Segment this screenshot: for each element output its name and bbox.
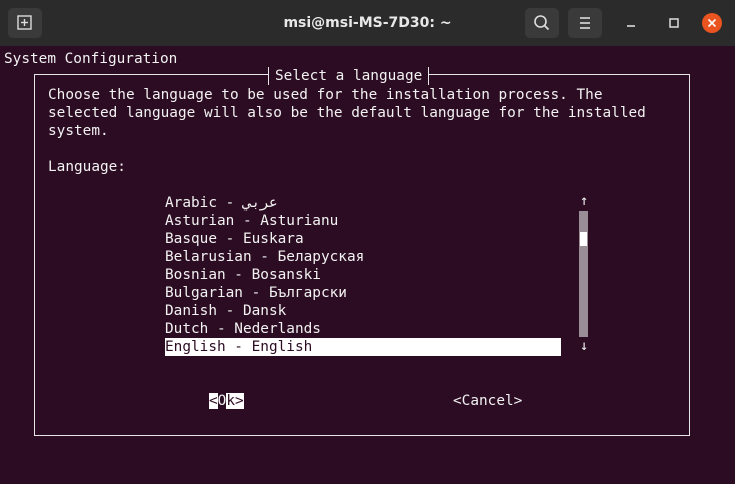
description-line-2: selected language will also be the defau… bbox=[48, 105, 646, 121]
description-line-3: system. bbox=[48, 123, 109, 139]
list-item-english-selected[interactable]: English - English bbox=[165, 338, 561, 356]
list-item-arabic[interactable]: Arabic - عربي bbox=[165, 194, 561, 212]
list-item-basque[interactable]: Basque - Euskara bbox=[165, 230, 561, 248]
list-item-belarusian[interactable]: Belarusian - Беларуская bbox=[165, 248, 561, 266]
dialog-title: Select a language bbox=[268, 67, 430, 85]
close-icon[interactable] bbox=[701, 12, 723, 34]
list-item-asturian[interactable]: Asturian - Asturianu bbox=[165, 212, 561, 230]
hamburger-menu-icon bbox=[580, 17, 590, 29]
scrollbar-thumb[interactable] bbox=[580, 232, 587, 246]
cancel-button[interactable]: <Cancel> bbox=[453, 392, 522, 410]
scrollbar-track[interactable] bbox=[579, 211, 588, 337]
scroll-down-arrow-icon[interactable]: ↓ bbox=[580, 337, 590, 355]
list-item-dutch[interactable]: Dutch - Nederlands bbox=[165, 320, 561, 338]
terminal-content: System Configuration Select a language C… bbox=[0, 46, 735, 484]
minimize-icon[interactable] bbox=[620, 12, 642, 34]
maximize-icon[interactable] bbox=[663, 12, 685, 34]
terminal-window: msi@msi-MS-7D30: ~ System Configuration … bbox=[0, 0, 735, 484]
list-item-bulgarian[interactable]: Bulgarian - Български bbox=[165, 284, 561, 302]
ok-button[interactable]: <Ok> bbox=[209, 392, 244, 410]
ok-bracket-right: > bbox=[235, 393, 244, 409]
ok-bracket-left: < bbox=[209, 393, 218, 409]
list-item-bosnian[interactable]: Bosnian - Bosanski bbox=[165, 266, 561, 284]
list-item-danish[interactable]: Danish - Dansk bbox=[165, 302, 561, 320]
language-prompt: Language: bbox=[48, 159, 126, 175]
description-line-1: Choose the language to be used for the i… bbox=[48, 87, 603, 103]
header-text: System Configuration bbox=[4, 51, 178, 67]
ok-label-rest: k bbox=[226, 393, 236, 409]
title-bar: msi@msi-MS-7D30: ~ bbox=[0, 0, 735, 46]
search-button[interactable] bbox=[525, 8, 559, 38]
menu-button[interactable] bbox=[568, 8, 602, 38]
search-icon bbox=[534, 15, 550, 31]
scroll-up-arrow-icon[interactable]: ↑ bbox=[580, 192, 590, 210]
